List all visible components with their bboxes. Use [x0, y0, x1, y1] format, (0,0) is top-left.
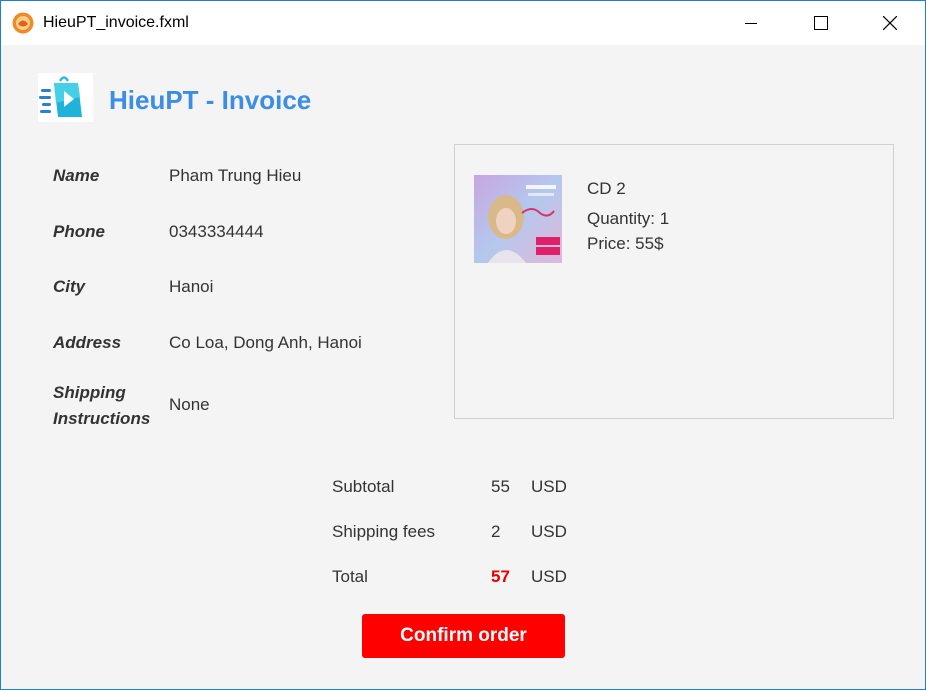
confirm-order-button[interactable]: Confirm order: [362, 614, 565, 658]
subtotal-value: 55: [491, 477, 510, 496]
album-cover-image: [474, 175, 562, 263]
name-value: Pham Trung Hieu: [169, 166, 302, 185]
shipping-fees-value: 2: [491, 522, 501, 541]
window-title: HieuPT_invoice.fxml: [43, 14, 189, 31]
name-label: Name: [53, 166, 100, 185]
total-label: Total: [332, 567, 368, 586]
subtotal-currency: USD: [531, 477, 567, 496]
shipping-instructions-value: None: [169, 395, 210, 414]
city-label: City: [53, 277, 86, 296]
address-label: Address: [53, 333, 122, 352]
shipping-fees-label: Shipping fees: [332, 522, 436, 541]
invoice-window: HieuPT_invoice.fxml HieuPT - Invoice Nam…: [0, 0, 926, 690]
item-name: CD 2: [587, 179, 626, 198]
title-bar[interactable]: HieuPT_invoice.fxml: [1, 1, 925, 45]
shipping-instructions-label-line2: Instructions: [53, 409, 151, 428]
minimize-button[interactable]: [728, 1, 774, 45]
close-button[interactable]: [867, 1, 913, 45]
minimize-icon: [745, 23, 757, 24]
item-quantity: Quantity: 1: [587, 209, 670, 228]
total-value: 57: [491, 567, 510, 586]
shipping-instructions-label-line1: Shipping: [53, 383, 126, 402]
subtotal-label: Subtotal: [332, 477, 395, 496]
app-icon: [12, 12, 34, 34]
phone-value: 0343334444: [169, 222, 264, 241]
item-price: Price: 55$: [587, 234, 664, 253]
address-value: Co Loa, Dong Anh, Hanoi: [169, 333, 362, 352]
total-currency: USD: [531, 567, 567, 586]
shopping-bag-logo-icon: [38, 73, 93, 122]
close-icon: [883, 16, 897, 30]
page-title: HieuPT - Invoice: [109, 85, 312, 115]
city-value: Hanoi: [169, 277, 214, 296]
maximize-button[interactable]: [798, 1, 844, 45]
cart-items-panel[interactable]: CD 2 Quantity: 1 Price: 55$: [454, 144, 894, 419]
shipping-fees-currency: USD: [531, 522, 567, 541]
phone-label: Phone: [53, 222, 105, 241]
maximize-icon: [814, 16, 828, 30]
